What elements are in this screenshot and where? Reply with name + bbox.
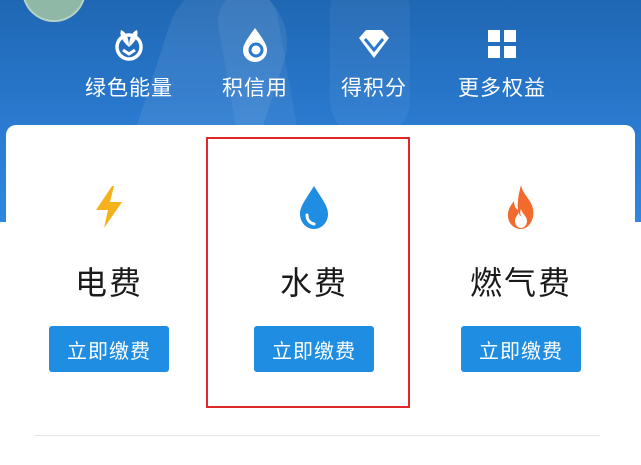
divider <box>34 435 600 436</box>
quick-link-green-energy[interactable]: 绿色能量 <box>59 22 199 102</box>
drop-credit-icon <box>235 22 275 66</box>
avatar[interactable] <box>22 0 86 22</box>
lightning-icon <box>91 180 127 234</box>
bill-name: 燃气费 <box>469 264 572 302</box>
grid-icon <box>484 22 520 66</box>
gas-bill: 燃气费 立即缴费 <box>436 180 606 372</box>
pay-now-button[interactable]: 立即缴费 <box>461 326 581 372</box>
flame-icon <box>501 180 541 234</box>
quick-link-more-benefits[interactable]: 更多权益 <box>432 22 572 102</box>
sprout-icon <box>109 22 149 66</box>
quick-link-label: 积信用 <box>222 76 288 100</box>
pay-now-button[interactable]: 立即缴费 <box>49 326 169 372</box>
quick-link-label: 得积分 <box>341 76 407 100</box>
highlight-box <box>206 137 410 408</box>
electricity-bill: 电费 立即缴费 <box>24 180 194 372</box>
quick-link-label: 绿色能量 <box>85 76 173 100</box>
quick-link-label: 更多权益 <box>458 76 546 100</box>
bill-name: 电费 <box>74 264 143 302</box>
diamond-icon <box>354 22 394 66</box>
quick-link-points[interactable]: 得积分 <box>304 22 444 102</box>
